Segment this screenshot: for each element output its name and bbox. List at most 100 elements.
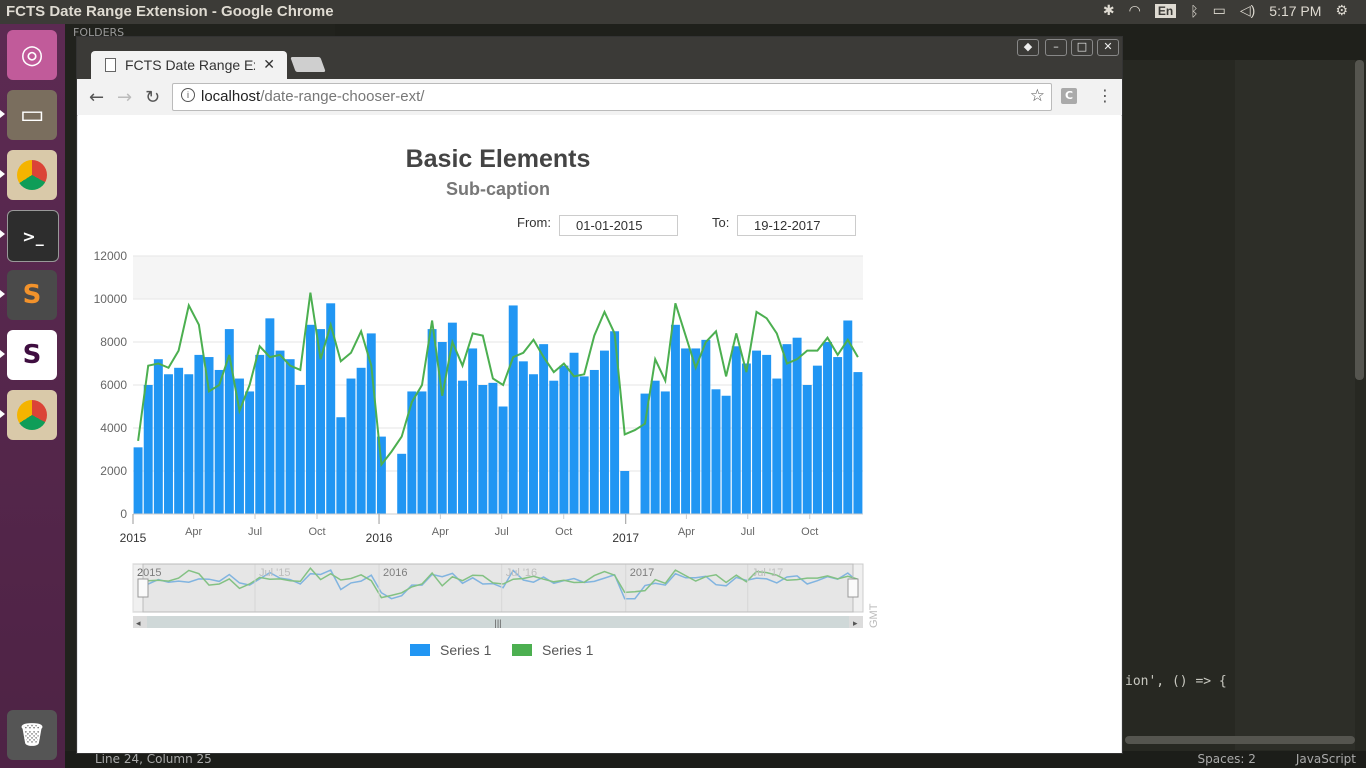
navigator-selection — [142, 563, 854, 613]
gmt-label: GMT — [868, 603, 880, 628]
column-bar — [255, 354, 265, 514]
editor-minimap[interactable] — [1235, 60, 1355, 750]
column-bar — [853, 372, 863, 514]
y-tick-label: 10000 — [94, 292, 128, 306]
column-bar — [153, 359, 163, 514]
scroll-right-arrow-icon[interactable]: ▸ — [853, 618, 858, 628]
column-bar — [549, 380, 559, 514]
new-tab-button[interactable] — [290, 57, 326, 72]
column-bar — [133, 447, 143, 514]
column-bar — [356, 367, 366, 514]
editor-horizontal-scrollbar[interactable] — [1125, 736, 1355, 744]
column-bar — [650, 380, 660, 514]
time-series-chart[interactable]: 0 2000 4000 6000 8000 10000 12000 2015 Apr Jul Oc… — [78, 115, 1121, 753]
clock[interactable]: 5:17 PM — [1269, 3, 1321, 19]
running-indicator — [0, 170, 5, 178]
legend-swatch — [512, 644, 532, 656]
indentation-setting[interactable]: Spaces: 2 — [1198, 752, 1256, 766]
running-indicator — [0, 110, 5, 118]
column-bar — [488, 382, 498, 514]
legend: Series 1 Series 1 — [410, 642, 594, 658]
chrome-icon[interactable] — [7, 150, 57, 200]
reload-icon[interactable]: ↻ — [145, 87, 160, 108]
navigator-right-handle[interactable] — [847, 578, 859, 598]
address-bar[interactable]: i localhost/date-range-chooser-ext/ ☆ — [172, 83, 1052, 111]
column-bar — [701, 339, 711, 514]
legend-item[interactable]: Series 1 — [410, 642, 492, 658]
browser-tab[interactable]: FCTS Date Range Ex ✕ — [91, 51, 287, 79]
maximize-button[interactable]: □ — [1071, 39, 1093, 56]
chrome-icon-2[interactable] — [7, 390, 57, 440]
column-bar — [164, 374, 173, 514]
column-bar — [376, 436, 386, 514]
forward-icon[interactable]: → — [117, 87, 132, 108]
bookmark-star-icon[interactable]: ☆ — [1030, 86, 1045, 106]
extension-icon[interactable]: C — [1061, 88, 1077, 104]
column-bar — [478, 385, 488, 514]
y-tick-label: 12000 — [94, 249, 128, 263]
slack-icon[interactable]: S — [7, 330, 57, 380]
tab-title: FCTS Date Range Ex — [125, 57, 255, 73]
column-bar — [397, 453, 407, 514]
column-bar — [691, 348, 701, 514]
y-tick-label: 4000 — [100, 421, 127, 435]
syntax-setting[interactable]: JavaScript — [1296, 752, 1356, 766]
editor-code-line[interactable]: ion', () => { — [1125, 674, 1227, 689]
editor-vertical-scrollbar[interactable] — [1355, 60, 1364, 380]
wifi-icon[interactable]: ◠ — [1129, 2, 1141, 19]
column-bar — [823, 342, 832, 514]
scroll-left-arrow-icon[interactable]: ◂ — [136, 618, 141, 628]
power-gear-icon[interactable]: ⚙ — [1335, 2, 1348, 19]
legend-item[interactable]: Series 1 — [512, 642, 594, 658]
page-content: Basic Elements Sub-caption From: 01-01-2… — [78, 115, 1121, 753]
column-bar — [670, 324, 680, 514]
column-bar — [782, 344, 792, 514]
column-bar — [174, 367, 184, 514]
x-tick-label-major: 2015 — [120, 531, 147, 545]
column-bar — [660, 391, 670, 514]
column-bar — [792, 337, 802, 514]
ubuntu-dash-icon[interactable]: ◎ — [7, 30, 57, 80]
close-window-button[interactable]: ✕ — [1097, 39, 1119, 56]
battery-icon[interactable]: ▭ — [1213, 2, 1226, 19]
back-icon[interactable]: ← — [89, 87, 104, 108]
system-tray: ✱ ◠ En ᛒ ▭ ◁) 5:17 PM ⚙ — [1103, 2, 1348, 19]
profile-icon[interactable]: ◆ — [1017, 39, 1039, 56]
sublime-text-icon[interactable]: S — [7, 270, 57, 320]
column-bar — [305, 324, 315, 514]
keyboard-layout-indicator[interactable]: En — [1154, 3, 1177, 18]
settings-icon[interactable]: ✱ — [1103, 2, 1115, 19]
column-bar — [204, 357, 214, 514]
column-bar — [640, 393, 650, 514]
column-bar — [711, 389, 721, 514]
navigator-left-handle[interactable] — [137, 578, 149, 598]
column-bar — [721, 395, 731, 514]
column-bar — [265, 318, 275, 514]
column-bar — [752, 350, 762, 514]
x-tick-label-minor: Apr — [678, 526, 695, 538]
terminal-icon[interactable]: >_ — [7, 210, 59, 262]
column-bar — [143, 385, 153, 514]
plot-band-rect — [133, 256, 863, 299]
close-tab-icon[interactable]: ✕ — [263, 56, 275, 73]
column-bar — [539, 344, 549, 514]
menu-icon[interactable]: ⋮ — [1097, 86, 1113, 105]
trash-icon[interactable]: 🗑 — [7, 710, 57, 760]
minimize-button[interactable]: – — [1045, 39, 1067, 56]
running-indicator — [0, 350, 5, 358]
files-icon[interactable]: ▭ — [7, 90, 57, 140]
bluetooth-icon[interactable]: ᛒ — [1190, 3, 1198, 19]
x-tick-label-major: 2016 — [366, 531, 393, 545]
plot-band — [133, 255, 863, 299]
column-bar — [285, 359, 295, 514]
scrollbar-grip-icon: ||| — [494, 618, 501, 628]
column-bar — [772, 378, 782, 514]
info-icon[interactable]: i — [181, 88, 195, 102]
url[interactable]: localhost/date-range-chooser-ext/ — [201, 88, 424, 105]
volume-icon[interactable]: ◁) — [1240, 2, 1255, 19]
x-tick-label-minor: Jul — [495, 526, 509, 538]
column-bar — [812, 365, 822, 514]
x-tick-label-minor: Apr — [432, 526, 449, 538]
column-bar — [741, 363, 751, 514]
column-bar — [579, 376, 589, 514]
